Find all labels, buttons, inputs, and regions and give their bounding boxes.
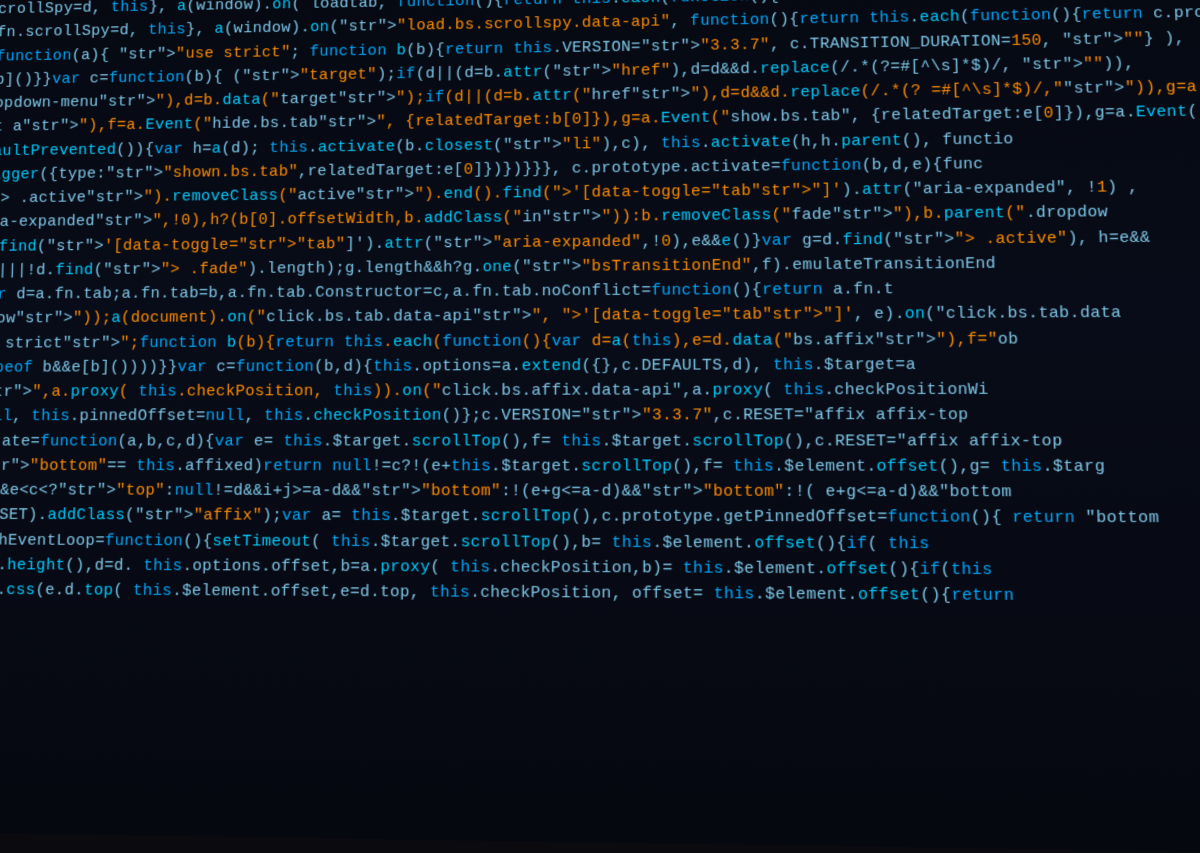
code-line: "str">"bottom"== this.affixed)return nul… bbox=[0, 454, 1200, 480]
code-line: typeof b&&e[b]())))}}var c=function(b,d)… bbox=[0, 351, 1200, 380]
code-line: !c&&e<c<?"str">"top":null!=d&&i+j>=a-d&&… bbox=[0, 478, 1200, 506]
code-display: scrollSpy=d, this}, a(window).on( loadta… bbox=[0, 0, 1200, 853]
code-line: e=a.css(e.d.top( this.$element.offset,e=… bbox=[0, 578, 1200, 611]
code-line: "str">",a.proxy( this.checkPosition, thi… bbox=[0, 377, 1200, 405]
code-line: null, this.pinnedOffset=null, this.check… bbox=[0, 402, 1200, 429]
code-line: .RESET).addClass("str">"affix");var a= t… bbox=[0, 503, 1200, 532]
code-line: $State=function(a,b,c,d){var e= this.$ta… bbox=[0, 428, 1200, 454]
